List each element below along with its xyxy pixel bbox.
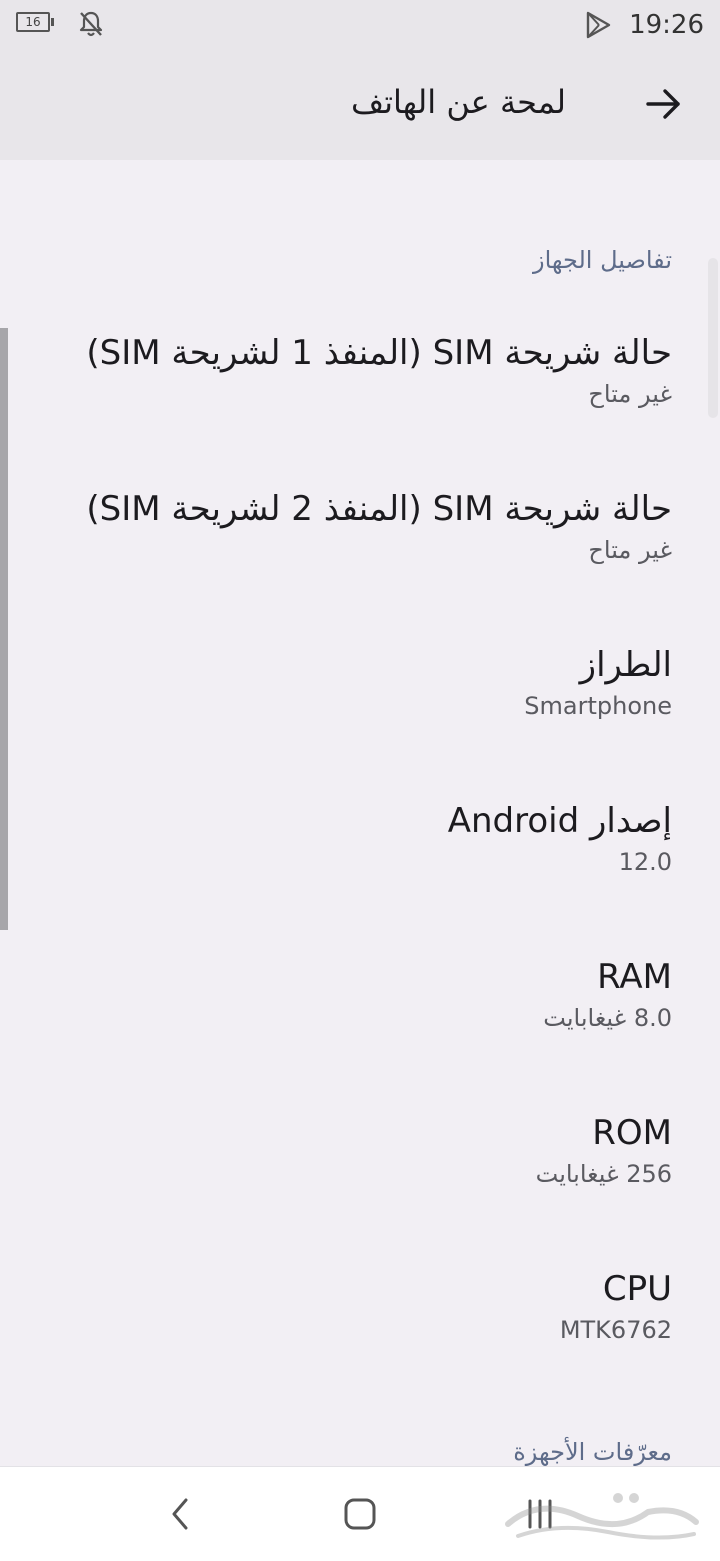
battery-icon: 16 bbox=[16, 12, 54, 32]
item-summary: 256 غيغابايت bbox=[535, 1160, 672, 1188]
section-header-hardware-identifiers: معرّفات الأجهزة bbox=[513, 1438, 672, 1466]
home-icon[interactable] bbox=[332, 1489, 388, 1539]
app-bar: لمحة عن الهاتف bbox=[0, 50, 720, 160]
page-title: لمحة عن الهاتف bbox=[350, 83, 566, 121]
back-chevron-icon[interactable] bbox=[152, 1489, 208, 1539]
item-summary: غير متاح bbox=[588, 536, 672, 564]
scrollbar-thumb[interactable] bbox=[708, 258, 718, 418]
item-summary: 8.0 غيغابايت bbox=[543, 1004, 672, 1032]
list-item-rom[interactable]: ROM 256 غيغابايت bbox=[48, 1110, 672, 1190]
item-summary: MTK6762 bbox=[559, 1316, 672, 1344]
list-item-model[interactable]: الطراز Smartphone bbox=[48, 642, 672, 722]
item-title: ROM bbox=[592, 1113, 672, 1153]
item-title: إصدار Android bbox=[447, 801, 672, 841]
clock: 19:26 bbox=[629, 10, 704, 40]
list-item-android-version[interactable]: إصدار Android 12.0 bbox=[48, 798, 672, 878]
item-title: حالة شريحة SIM (المنفذ 1 لشريحة SIM) bbox=[86, 333, 672, 373]
item-summary: Smartphone bbox=[524, 692, 672, 720]
arrow-right-icon[interactable] bbox=[636, 76, 692, 132]
settings-list[interactable]: تفاصيل الجهاز حالة شريحة SIM (المنفذ 1 ل… bbox=[0, 160, 720, 1466]
list-item-cpu[interactable]: CPU MTK6762 bbox=[48, 1266, 672, 1346]
scroll-edge-indicator bbox=[0, 328, 8, 930]
status-bar: 16 19:26 bbox=[0, 0, 720, 50]
list-item-sim-slot-2[interactable]: حالة شريحة SIM (المنفذ 2 لشريحة SIM) غير… bbox=[48, 486, 672, 566]
item-summary: 12.0 bbox=[618, 848, 672, 876]
bell-off-icon bbox=[79, 11, 103, 37]
list-item-sim-slot-1[interactable]: حالة شريحة SIM (المنفذ 1 لشريحة SIM) غير… bbox=[48, 330, 672, 410]
list-item-ram[interactable]: RAM 8.0 غيغابايت bbox=[48, 954, 672, 1034]
item-summary: غير متاح bbox=[588, 380, 672, 408]
item-title: RAM bbox=[597, 957, 672, 997]
item-title: حالة شريحة SIM (المنفذ 2 لشريحة SIM) bbox=[86, 489, 672, 529]
section-header-device-details: تفاصيل الجهاز bbox=[533, 246, 672, 274]
item-title: الطراز bbox=[579, 645, 672, 685]
play-triangle-icon bbox=[586, 11, 611, 39]
watermark-logo bbox=[505, 1493, 699, 1540]
item-title: CPU bbox=[602, 1269, 672, 1309]
